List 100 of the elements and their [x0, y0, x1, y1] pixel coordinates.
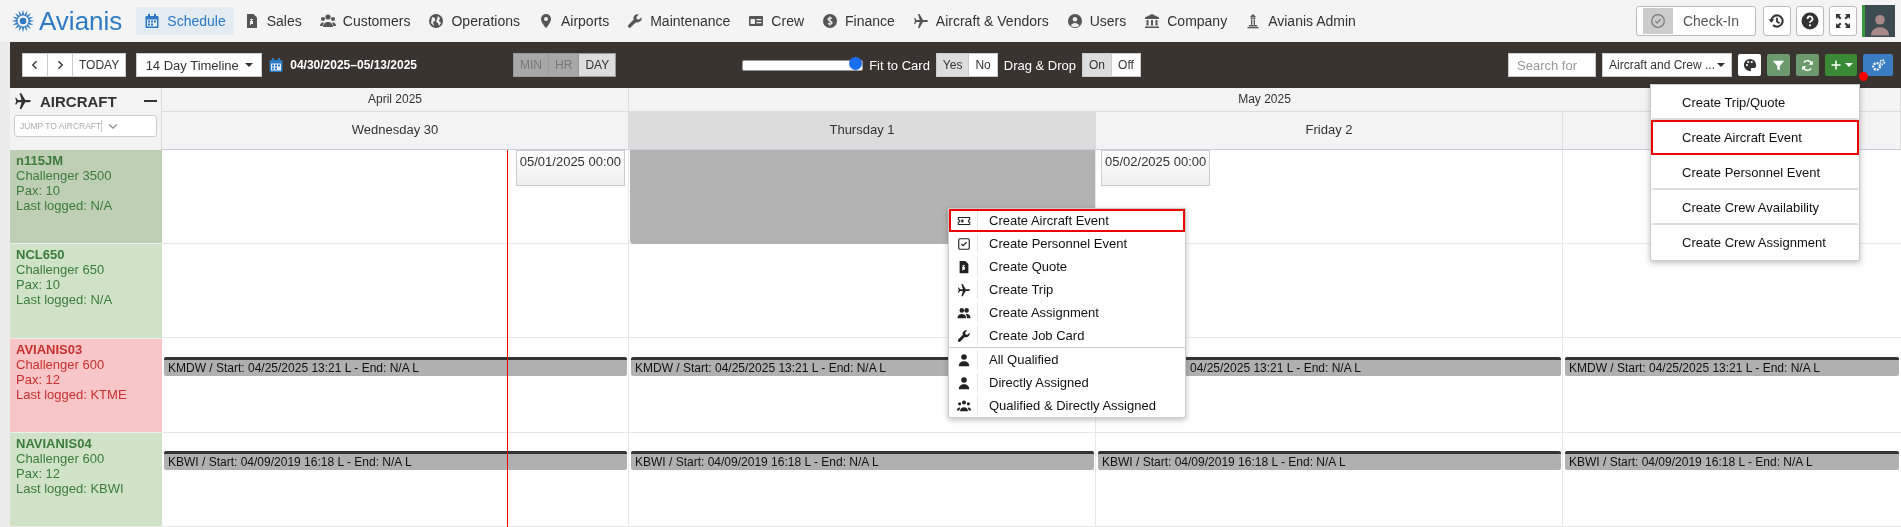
help-icon	[1801, 12, 1819, 30]
palette-icon	[1742, 58, 1757, 72]
sidebar-title: AIRCRAFT	[40, 92, 117, 110]
last-logged: Last logged: KBWI	[16, 480, 125, 496]
plane-icon	[912, 13, 929, 29]
settings-button[interactable]	[1863, 54, 1893, 76]
person-icon	[957, 375, 971, 390]
plus-icon	[1829, 59, 1842, 71]
event-bar[interactable]: KBWI / Start: 04/09/2019 16:18 L - End: N/A L	[1098, 450, 1561, 470]
create-button[interactable]	[1825, 54, 1857, 76]
nav-link[interactable]: Avianis Admin	[1237, 7, 1364, 35]
aircraft-model: Challenger 3500	[16, 168, 113, 183]
tail-number: NAVIANIS04	[16, 435, 93, 451]
nav-link[interactable]: Company	[1136, 7, 1236, 35]
coin-icon	[822, 13, 839, 29]
menu-item[interactable]: Create Job Card	[949, 324, 1185, 347]
aircraft-model: Challenger 650	[16, 262, 106, 278]
day-header: Friday 2	[1096, 112, 1563, 150]
check-circle-icon	[1649, 13, 1666, 29]
event-bar[interactable]: KBWI / Start: 04/09/2019 16:18 L - End: N/A L	[164, 450, 627, 470]
palette-button[interactable]	[1738, 54, 1761, 76]
calendar-icon	[144, 13, 161, 29]
expand-icon	[1835, 13, 1851, 29]
menu-item[interactable]: Create Aircraft Event	[1651, 120, 1859, 155]
event-bar[interactable]: KMDW / Start: 04/25/2025 13:21 L - End: N/A L	[1565, 356, 1899, 376]
nav-link[interactable]: Aircraft & Vendors	[904, 7, 1057, 35]
history-button[interactable]	[1763, 6, 1791, 36]
today-button[interactable]: TODAY	[73, 53, 127, 77]
tail-number: n115JM	[16, 153, 64, 168]
fullscreen-button[interactable]	[1829, 6, 1857, 36]
person-icon	[957, 352, 971, 367]
help-button[interactable]	[1796, 6, 1824, 36]
menu-item[interactable]: Create Personnel Event	[1651, 155, 1859, 190]
zoom-slider[interactable]	[742, 59, 864, 71]
nav-link[interactable]: Schedule	[136, 7, 234, 35]
event-bar[interactable]: KBWI / Start: 04/09/2019 16:18 L - End: N/A L	[631, 450, 1094, 470]
view-dropdown[interactable]: 14 Day Timeline	[136, 53, 263, 77]
user-circle-icon	[1066, 13, 1083, 29]
monument-icon	[1245, 13, 1262, 29]
id-card-icon	[748, 13, 765, 29]
toggle-option[interactable]: Off	[1112, 53, 1141, 77]
nav-link[interactable]: Crew	[740, 7, 813, 35]
last-logged: Last logged: N/A	[16, 198, 114, 213]
logo-text: Avianis	[39, 5, 123, 37]
event-tag[interactable]: 05/01/2025 00:00	[515, 150, 625, 186]
calendar-icon	[268, 57, 285, 73]
menu-item[interactable]: Qualified & Directly Assigned	[949, 394, 1185, 417]
event-bar[interactable]: KMDW / Start: 04/25/2025 13:21 L - End: N/A L	[164, 356, 627, 376]
next-button[interactable]	[48, 53, 73, 77]
pax-count: Pax: 12	[16, 371, 61, 387]
nav-link[interactable]: Maintenance	[619, 7, 739, 35]
aircraft-model: Challenger 600	[16, 450, 106, 466]
wrench-icon	[627, 13, 644, 29]
slider-thumb[interactable]	[849, 56, 863, 70]
refresh-icon	[1801, 58, 1814, 72]
nav-link[interactable]: Sales	[235, 7, 310, 35]
aircraft-card[interactable]: AVIANIS03 Challenger 600 Pax: 12 Last logged: KTME	[10, 338, 162, 433]
date-range: 04/30/2025–05/13/2025	[290, 58, 418, 72]
check-in-button[interactable]: Check-In	[1635, 6, 1756, 36]
nav-link[interactable]: Customers	[311, 7, 419, 35]
menu-item[interactable]: Create Trip	[949, 278, 1185, 301]
user-avatar[interactable]	[1862, 5, 1895, 37]
previous-button[interactable]	[22, 53, 48, 77]
scale-button[interactable]: DAY	[579, 53, 617, 77]
menu-item[interactable]: Create Quote	[949, 255, 1185, 278]
filter-button[interactable]	[1767, 54, 1790, 76]
last-logged: Last logged: N/A	[16, 292, 114, 308]
aircraft-card[interactable]: NAVIANIS04 Challenger 600 Pax: 12 Last logged: KBWI	[10, 432, 162, 527]
menu-item[interactable]: Create Crew Assignment	[1651, 225, 1859, 260]
plane-icon	[957, 282, 971, 297]
menu-item[interactable]: Create Trip/Quote	[1651, 85, 1859, 120]
settings-icon	[1870, 57, 1886, 73]
day-header: Wednesday 30	[162, 112, 629, 150]
people-icon	[957, 305, 971, 320]
globe-icon	[428, 13, 445, 29]
search-field[interactable]: Search for	[1508, 53, 1596, 77]
toggle-option[interactable]: On	[1082, 53, 1113, 77]
nav-link[interactable]: Airports	[529, 7, 618, 35]
toggle-option[interactable]: No	[969, 53, 998, 77]
toggle-option[interactable]: Yes	[935, 53, 970, 77]
menu-item[interactable]: Create Personnel Event	[949, 232, 1185, 255]
nav-link[interactable]: Finance	[814, 7, 903, 35]
bank-icon	[1144, 13, 1161, 29]
nav-link[interactable]: Operations	[420, 7, 528, 35]
tail-number: AVIANIS03	[16, 341, 84, 357]
menu-item[interactable]: Create Crew Availability	[1651, 190, 1859, 225]
event-bar[interactable]: KBWI / Start: 04/09/2019 16:18 L - End: N/A L	[1565, 450, 1899, 470]
refresh-button[interactable]	[1796, 54, 1819, 76]
wrench-icon	[957, 328, 971, 343]
menu-item[interactable]: Create Aircraft Event	[949, 209, 1185, 232]
event-tag[interactable]: 05/02/2025 00:00	[1101, 150, 1211, 186]
aircraft-card[interactable]: NCL650 Challenger 650 Pax: 10 Last logged: N/A	[10, 244, 162, 339]
month-header: April 2025	[162, 88, 629, 112]
resource-dropdown[interactable]: Aircraft and Crew ...	[1602, 53, 1732, 77]
menu-item[interactable]: Create Assignment	[949, 301, 1185, 324]
pax-count: Pax: 12	[16, 465, 61, 481]
nav-link[interactable]: Users	[1058, 7, 1135, 35]
history-icon	[1768, 12, 1786, 30]
pax-count: Pax: 10	[16, 277, 62, 293]
document-icon	[957, 259, 971, 274]
